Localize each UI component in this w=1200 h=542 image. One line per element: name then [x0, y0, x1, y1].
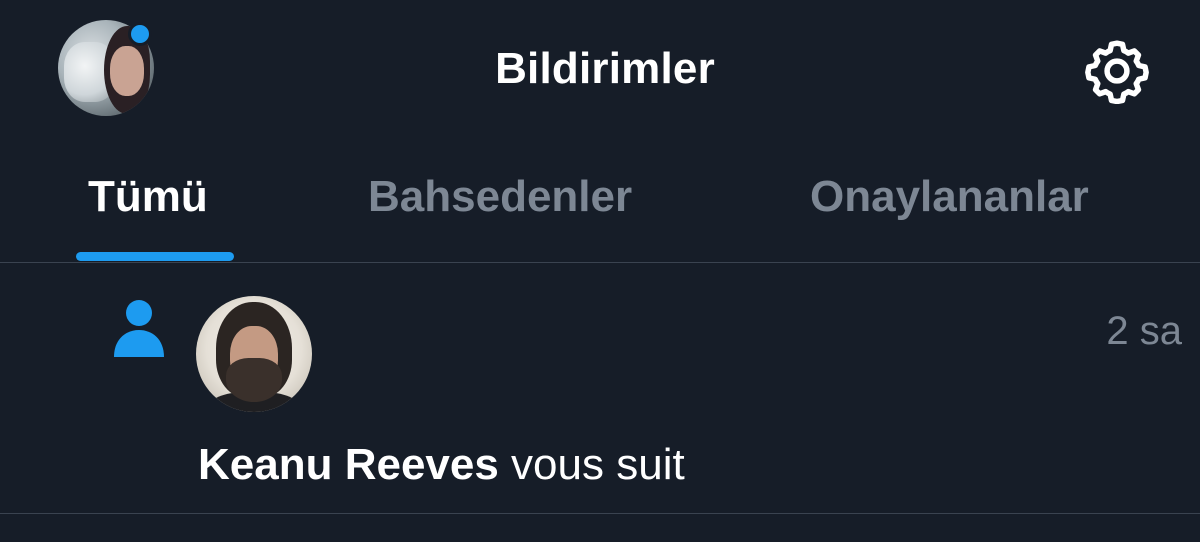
tab-mentions[interactable]: Bahsedenler	[368, 172, 632, 222]
unread-dot	[128, 22, 152, 46]
notifications-screen: Bildirimler Tümü Bahsedenler Onaylananla…	[0, 0, 1200, 542]
tab-bar: Tümü Bahsedenler Onaylananlar	[0, 140, 1200, 262]
notification-action: vous suit	[498, 440, 685, 489]
notification-item[interactable]: 2 sa Keanu Reeves vous suit	[0, 263, 1200, 513]
user-avatar[interactable]	[196, 296, 312, 412]
divider	[0, 513, 1200, 514]
user-name[interactable]: Keanu Reeves	[198, 440, 499, 489]
active-tab-indicator	[76, 252, 234, 261]
tab-verified[interactable]: Onaylananlar	[810, 172, 1089, 222]
notification-text: Keanu Reeves vous suit	[198, 440, 685, 490]
gear-icon[interactable]	[1084, 38, 1150, 105]
avatar-beard	[226, 358, 282, 402]
timestamp: 2 sa	[1106, 309, 1182, 353]
person-icon	[112, 299, 166, 361]
page-title: Bildirimler	[495, 44, 715, 93]
header: Bildirimler	[0, 0, 1200, 140]
tab-all[interactable]: Tümü	[88, 172, 208, 222]
